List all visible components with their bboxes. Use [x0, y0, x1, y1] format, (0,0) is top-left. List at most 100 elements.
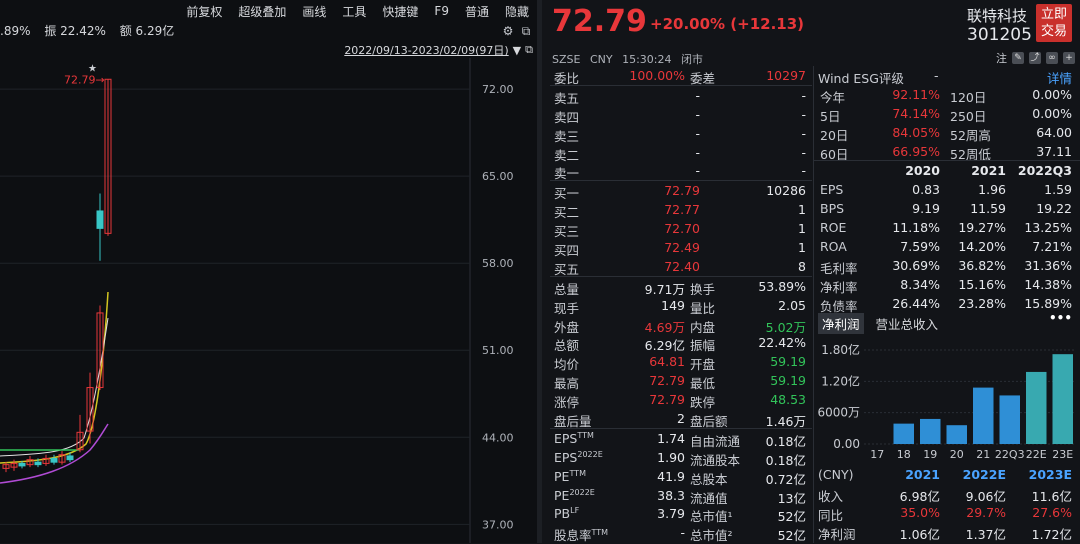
- x-tick-label: 21: [976, 448, 990, 461]
- metric-name: PB: [554, 506, 571, 522]
- fin-value: 15.16%: [958, 276, 1006, 292]
- order-ratio[interactable]: 委比 100.00% 委差 10297: [550, 66, 810, 86]
- metric-name: PE: [554, 468, 570, 484]
- value: 100.00%: [629, 68, 685, 83]
- ask-row[interactable]: 卖五 - -: [550, 86, 810, 106]
- ask-row[interactable]: 卖一 - -: [550, 161, 810, 181]
- ask-row[interactable]: 卖二 - -: [550, 143, 810, 163]
- ask-row[interactable]: 卖三 - -: [550, 124, 810, 144]
- more-icon[interactable]: •••: [1049, 311, 1072, 325]
- bid-row[interactable]: 买五 72.40 8: [550, 257, 810, 277]
- fin-value: 7.21%: [1032, 239, 1072, 255]
- stat-row[interactable]: 均价 64.81 开盘 59.19: [550, 352, 810, 372]
- bar: [920, 418, 941, 444]
- info-amplitude: 振 22.42%: [44, 24, 106, 38]
- bar: [1026, 371, 1047, 444]
- toolbar-item-5[interactable]: F9: [426, 4, 457, 18]
- bar: [1052, 354, 1073, 444]
- fin-value: 14.38%: [1024, 276, 1072, 292]
- tab-revenue[interactable]: 营业总收入: [872, 313, 943, 334]
- fundamental-row[interactable]: PE2022E 38.3 流通值 13亿: [550, 486, 810, 506]
- edit-icon[interactable]: ✎: [1012, 52, 1024, 64]
- kline-plot[interactable]: 72.00 65.00 58.00 51.00 44.00 37.00 72.79→★: [0, 58, 537, 543]
- x-tick-label: 19: [923, 448, 937, 461]
- value-2: 2.05: [778, 297, 806, 313]
- popout-icon-2[interactable]: ⧉: [525, 43, 533, 57]
- stat-row[interactable]: 总量 9.71万 换手 53.89%: [550, 277, 810, 297]
- ask-price: -: [695, 87, 700, 103]
- stat-row[interactable]: 涨停 72.79 跌停 48.53: [550, 390, 810, 410]
- fin-row: 净利率 8.34% 15.16% 14.38%: [814, 275, 1080, 295]
- fin-value: 11.59: [970, 201, 1006, 217]
- x-tick-label: 17: [870, 448, 884, 461]
- fundamental-row[interactable]: EPS2022E 1.90 流通股本 0.18亿: [550, 448, 810, 468]
- fundamental-row[interactable]: 股息率TTM - 总市值² 52亿: [550, 523, 810, 543]
- fin-value: 19.22: [1036, 201, 1072, 217]
- esg-row[interactable]: Wind ESG评级 - 详情: [814, 66, 1080, 86]
- fundamental-row[interactable]: PBLF 3.79 总市值¹ 52亿: [550, 504, 810, 524]
- period-value-2: 0.00%: [1032, 86, 1072, 102]
- share-icon[interactable]: ⤴: [1029, 52, 1041, 64]
- forecast-header: (CNY) 2021 2022E 2023E: [814, 465, 1080, 484]
- candle-body[interactable]: [66, 455, 74, 461]
- stat-row[interactable]: 总额 6.29亿 振幅 22.42%: [550, 333, 810, 353]
- toolbar-item-0[interactable]: 前复权: [178, 3, 230, 20]
- stat-row[interactable]: 外盘 4.69万 内盘 5.02万: [550, 315, 810, 335]
- add-icon[interactable]: +: [1063, 52, 1075, 64]
- ask-volume: -: [801, 87, 806, 103]
- date-range-label[interactable]: 2022/09/13-2023/02/09(97日): [344, 42, 508, 58]
- tab-net-profit[interactable]: 净利润: [818, 312, 864, 334]
- bid-row[interactable]: 买一 72.79 10286: [550, 181, 810, 201]
- toolbar-item-6[interactable]: 普通: [457, 3, 497, 20]
- trade-now-button[interactable]: 立即 交易: [1036, 4, 1072, 42]
- ask-volume: -: [801, 106, 806, 122]
- y-tick-label: 58.00: [482, 257, 514, 270]
- ask-price: -: [695, 144, 700, 160]
- stat-row[interactable]: 盘后量 2 盘后额 1.46万: [550, 409, 810, 429]
- toolbar-item-1[interactable]: 超级叠加: [230, 3, 294, 20]
- forecast-head: (CNY): [818, 467, 854, 482]
- value: 72.79: [649, 373, 685, 389]
- value: 72.79: [649, 392, 685, 408]
- fundamental-row[interactable]: PETTM 41.9 总股本 0.72亿: [550, 467, 810, 487]
- trade-label-1: 立即: [1040, 7, 1067, 22]
- date-range[interactable]: 2022/09/13-2023/02/09(97日) ▼ ⧉: [344, 42, 533, 58]
- bid-row[interactable]: 买四 72.49 1: [550, 238, 810, 258]
- candle-body[interactable]: [50, 457, 58, 463]
- forecast-value: 27.6%: [1032, 504, 1072, 520]
- value: 2: [677, 411, 685, 427]
- value-2: 53.89%: [758, 278, 806, 294]
- fundamental-row[interactable]: EPSTTM 1.74 自由流通 0.18亿: [550, 429, 810, 449]
- ask-row[interactable]: 卖四 - -: [550, 105, 810, 125]
- bid-row[interactable]: 买二 72.77 1: [550, 200, 810, 220]
- bid-row[interactable]: 买三 72.70 1: [550, 219, 810, 239]
- ask-price: -: [695, 163, 700, 179]
- stat-row[interactable]: 最高 72.79 最低 59.19: [550, 371, 810, 391]
- toolbar-item-4[interactable]: 快捷键: [374, 3, 426, 20]
- popout-icon[interactable]: ⧉: [519, 24, 533, 38]
- y-tick-label: 1.20亿: [821, 373, 860, 388]
- fundamentals-panel: Wind ESG评级 - 详情 今年 92.11% 120日 0.00% 5日 74.14% 25…: [814, 66, 1080, 314]
- ask-price: -: [695, 106, 700, 122]
- candle-body[interactable]: [18, 462, 26, 467]
- note-button[interactable]: 注: [996, 50, 1007, 66]
- forecast-value: 1.37亿: [965, 526, 1006, 542]
- stat-row[interactable]: 现手 149 量比 2.05: [550, 296, 810, 316]
- link-icon[interactable]: ∞: [1046, 52, 1058, 64]
- candle-body[interactable]: [34, 461, 42, 466]
- metric-value: 1.90: [657, 449, 685, 465]
- toolbar-item-3[interactable]: 工具: [334, 3, 374, 20]
- fin-value: 7.59%: [900, 239, 940, 255]
- toolbar-item-2[interactable]: 画线: [294, 3, 334, 20]
- stock-name: 联特科技: [967, 7, 1028, 25]
- dropdown-icon[interactable]: ▼: [513, 44, 521, 57]
- x-tick-label: 22E: [1026, 448, 1047, 461]
- gear-icon[interactable]: ⚙: [501, 24, 515, 38]
- y-tick-label: 44.00: [482, 431, 514, 444]
- toolbar-item-7[interactable]: 隐藏: [497, 3, 537, 20]
- candle-body[interactable]: [96, 210, 104, 229]
- kline-panel[interactable]: 前复权 超级叠加 画线 工具 快捷键 F9 普通 隐藏 .89% 振 22.42% 额 6.2…: [0, 0, 537, 543]
- fin-value: 15.89%: [1024, 295, 1072, 311]
- bid-price: 72.77: [664, 202, 700, 218]
- x-tick-label: 20: [950, 448, 964, 461]
